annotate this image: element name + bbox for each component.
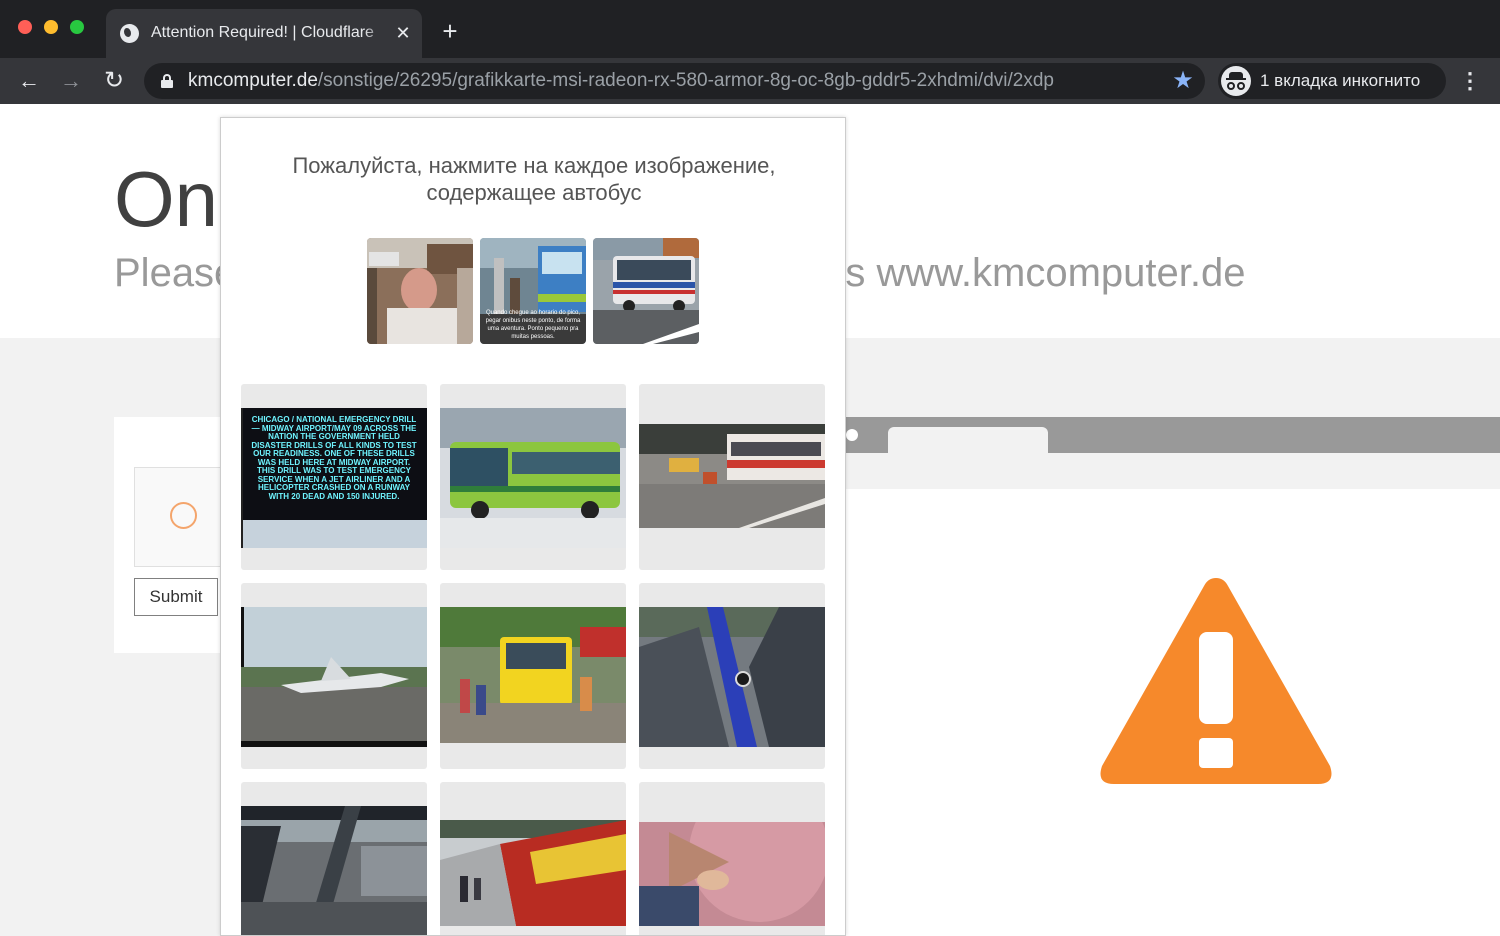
example-caption: Quando chegue ao horario do pico, pegar …: [485, 310, 581, 340]
warning-icon: [1100, 578, 1332, 784]
lock-icon[interactable]: [161, 74, 173, 88]
globe-icon: [120, 24, 139, 43]
browser-menu-icon[interactable]: ⋮: [1458, 66, 1482, 96]
maximize-window-button[interactable]: [70, 20, 84, 34]
illustration-strip: [846, 453, 1500, 489]
example-image: [593, 238, 699, 344]
incognito-indicator[interactable]: 1 вкладка инкогнито: [1218, 63, 1446, 99]
tab-title: Attention Required! | Cloudflare: [151, 24, 374, 41]
url-text[interactable]: kmcomputer.de/sonstige/26295/grafikkarte…: [188, 70, 1168, 92]
reload-button[interactable]: ↻: [99, 66, 129, 96]
grid-tile[interactable]: [440, 782, 626, 935]
browser-toolbar: ← → ↻ kmcomputer.de/sonstige/26295/grafi…: [0, 58, 1500, 104]
tile-sign-text: Chicago / National Emergency Drill — Mid…: [251, 415, 417, 501]
example-image: Quando chegue ao horario do pico, pegar …: [480, 238, 586, 344]
illustration-tab: [888, 427, 1048, 453]
grid-tile[interactable]: [639, 782, 825, 935]
tab-close-icon[interactable]: ✕: [392, 21, 414, 45]
browser-illustration: [846, 417, 1500, 936]
illustration-tabbar: [846, 417, 1500, 453]
minimize-window-button[interactable]: [44, 20, 58, 34]
new-tab-button[interactable]: +: [436, 17, 464, 45]
incognito-icon: [1221, 66, 1251, 96]
captcha-loading-icon: [170, 502, 197, 529]
grid-tile[interactable]: [639, 583, 825, 769]
grid-tile[interactable]: [241, 583, 427, 769]
submit-button[interactable]: Submit: [134, 578, 218, 616]
challenge-prompt: Пожалуйста, нажмите на каждое изображени…: [292, 153, 776, 205]
close-window-button[interactable]: [18, 20, 32, 34]
captcha-challenge-modal: Пожалуйста, нажмите на каждое изображени…: [220, 117, 846, 936]
bookmark-star-icon[interactable]: ★: [1168, 65, 1198, 97]
browser-titlebar: Attention Required! | Cloudflare ✕ +: [0, 0, 1500, 58]
tab-title-fade: [364, 21, 386, 45]
illustration-dot: [846, 429, 858, 441]
forward-button[interactable]: →: [56, 66, 86, 96]
grid-tile[interactable]: [440, 583, 626, 769]
browser-tab[interactable]: Attention Required! | Cloudflare ✕: [106, 9, 422, 58]
back-button[interactable]: ←: [14, 66, 44, 96]
url-path: /sonstige/26295/grafikkarte-msi-radeon-r…: [317, 70, 1054, 91]
grid-tile[interactable]: [440, 384, 626, 570]
incognito-label: 1 вкладка инкогнито: [1260, 71, 1421, 90]
example-image: [367, 238, 473, 344]
grid-tile[interactable]: [241, 782, 427, 935]
image-grid: Chicago / National Emergency Drill — Mid…: [241, 384, 827, 935]
address-bar[interactable]: kmcomputer.de/sonstige/26295/grafikkarte…: [144, 63, 1205, 99]
grid-tile[interactable]: Chicago / National Emergency Drill — Mid…: [241, 384, 427, 570]
url-host: kmcomputer.de: [188, 70, 318, 91]
example-images: Quando chegue ao horario do pico, pegar …: [367, 238, 701, 346]
grid-tile[interactable]: [639, 384, 825, 570]
page-title: On: [114, 155, 219, 243]
